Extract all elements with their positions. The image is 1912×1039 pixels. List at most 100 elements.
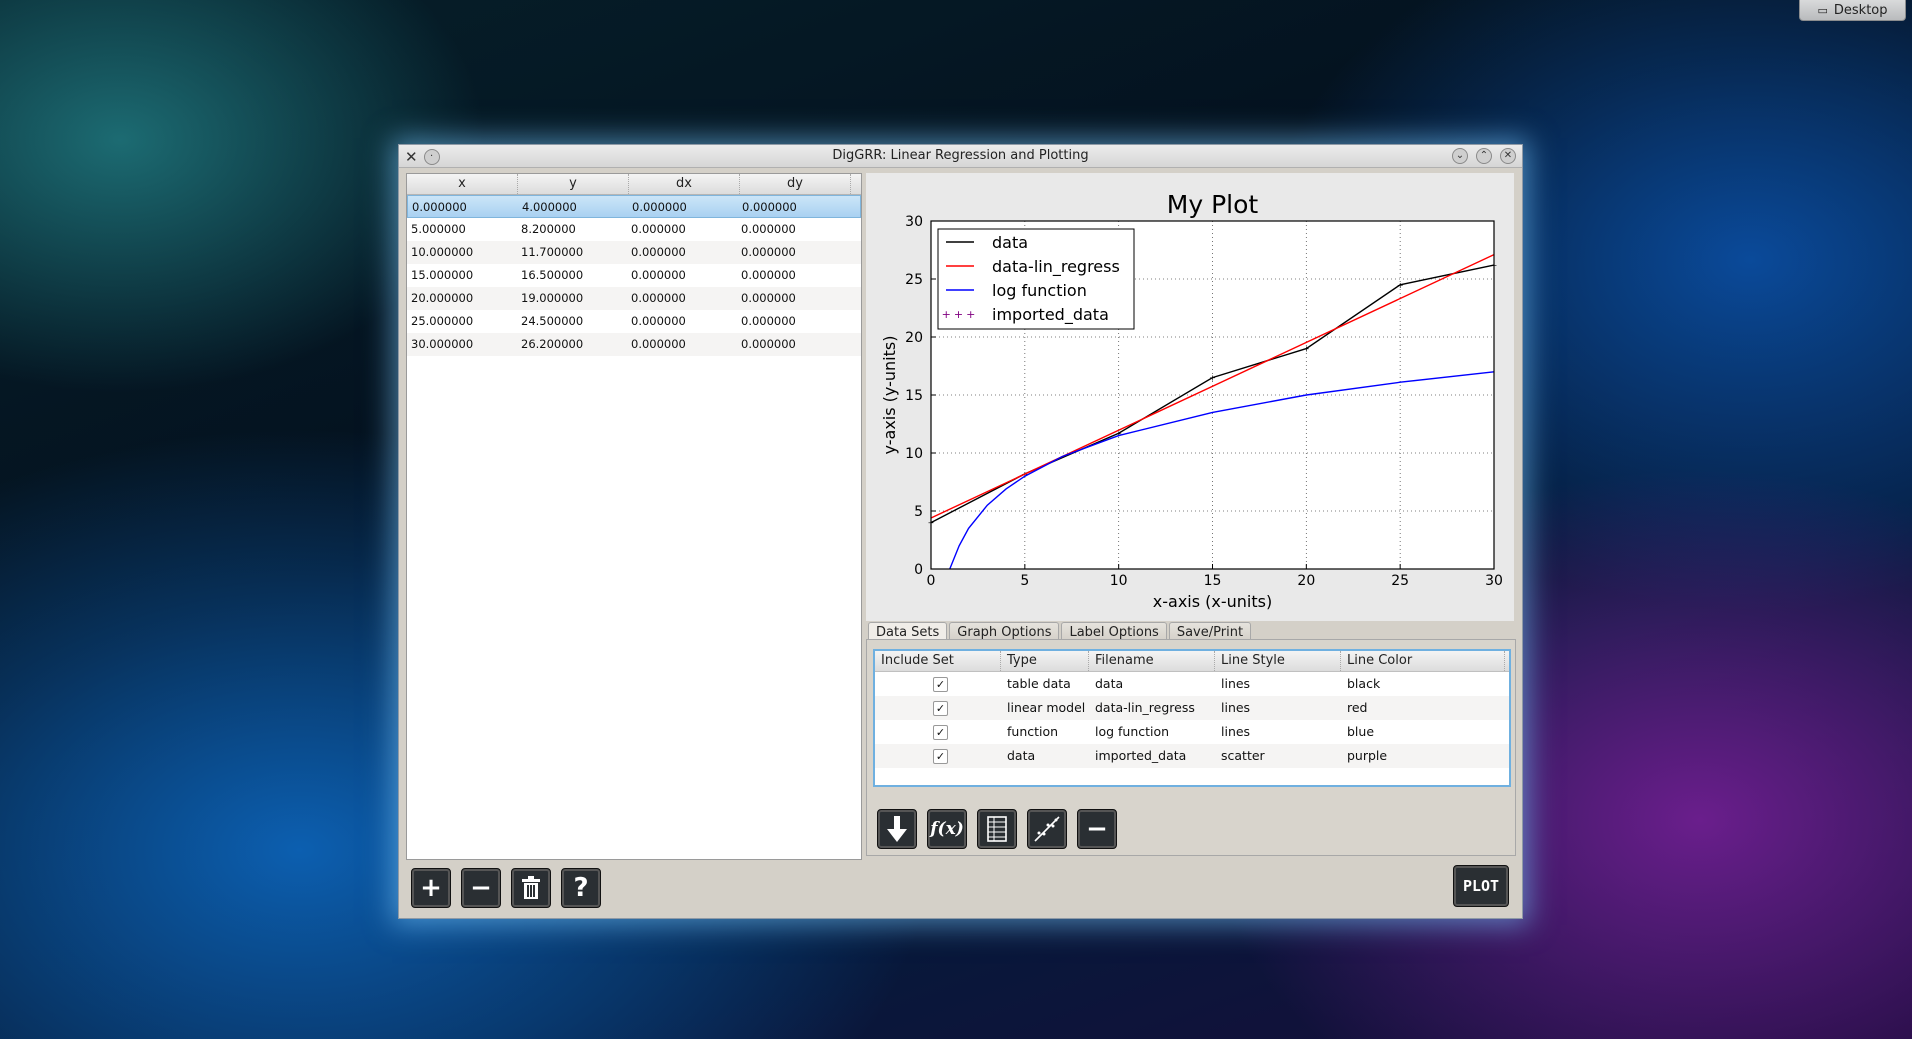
include-checkbox[interactable]: ✓: [933, 701, 948, 716]
cell[interactable]: 0.000000: [627, 333, 737, 356]
import-data-button[interactable]: [877, 809, 917, 849]
help-button[interactable]: ?: [561, 868, 601, 908]
x-tick-label: 5: [1020, 573, 1029, 589]
cell[interactable]: 5.000000: [407, 218, 517, 241]
dataset-file[interactable]: data: [1089, 672, 1215, 696]
minimize-icon[interactable]: ⌄: [1452, 148, 1468, 164]
x-tick-label: 20: [1297, 573, 1315, 589]
table-row[interactable]: 15.000000 16.500000 0.000000 0.000000: [407, 264, 861, 287]
table-row[interactable]: 5.000000 8.200000 0.000000 0.000000: [407, 218, 861, 241]
dataset-type: function: [1007, 724, 1059, 739]
add-row-button[interactable]: +: [411, 868, 451, 908]
maximize-icon[interactable]: ⌃: [1476, 148, 1492, 164]
table-row[interactable]: 20.000000 19.000000 0.000000 0.000000: [407, 287, 861, 310]
plot-canvas[interactable]: 0 5 10 15 20 25 30 0 5 10 15 20 25 30 + + + + + + + My Plot x-…: [866, 173, 1514, 621]
dataset-row[interactable]: ✓ function log function lines blue: [875, 720, 1509, 744]
dataset-color[interactable]: black: [1341, 672, 1505, 696]
desktop-button[interactable]: ▭ Desktop: [1799, 0, 1906, 21]
dataset-type: table data: [1007, 676, 1071, 691]
close-icon[interactable]: ✕: [1500, 148, 1516, 164]
table-data-button[interactable]: [977, 809, 1017, 849]
col-header-y[interactable]: y: [518, 174, 629, 194]
dataset-type: data: [1007, 748, 1036, 763]
dataset-file[interactable]: imported_data: [1089, 744, 1215, 768]
table-row[interactable]: 0.000000 4.000000 0.000000 0.000000: [407, 195, 861, 218]
cell[interactable]: 0.000000: [737, 241, 847, 264]
y-tick-label: 0: [914, 562, 923, 578]
remove-dataset-button[interactable]: −: [1077, 809, 1117, 849]
cell[interactable]: 24.500000: [517, 310, 627, 333]
dataset-file[interactable]: data-lin_regress: [1089, 696, 1215, 720]
datasets-header: Include Set Type Filename Line Style Lin…: [875, 651, 1509, 672]
cell[interactable]: 0.000000: [737, 218, 847, 241]
dataset-row[interactable]: ✓ data imported_data scatter purple: [875, 744, 1509, 768]
cell[interactable]: 0.000000: [627, 264, 737, 287]
cell[interactable]: 8.200000: [517, 218, 627, 241]
dataset-file[interactable]: log function: [1089, 720, 1215, 744]
cell[interactable]: 26.200000: [517, 333, 627, 356]
desktop-icon: ▭: [1817, 3, 1828, 17]
table-row[interactable]: 25.000000 24.500000 0.000000 0.000000: [407, 310, 861, 333]
cell[interactable]: 0.000000: [737, 287, 847, 310]
cell[interactable]: 0.000000: [738, 196, 848, 217]
cell[interactable]: 0.000000: [737, 333, 847, 356]
dataset-color[interactable]: blue: [1341, 720, 1505, 744]
table-row[interactable]: 10.000000 11.700000 0.000000 0.000000: [407, 241, 861, 264]
down-arrow-icon: [887, 816, 907, 842]
cell[interactable]: 30.000000: [407, 333, 517, 356]
cell[interactable]: 0.000000: [737, 310, 847, 333]
linear-regression-button[interactable]: [1027, 809, 1067, 849]
cell[interactable]: 0.000000: [408, 196, 518, 217]
datasets-table[interactable]: Include Set Type Filename Line Style Lin…: [873, 649, 1511, 787]
cell[interactable]: 0.000000: [627, 287, 737, 310]
cell[interactable]: 0.000000: [737, 264, 847, 287]
col-header-dy[interactable]: dy: [740, 174, 851, 194]
cell[interactable]: 0.000000: [628, 196, 738, 217]
legend-label: data: [992, 233, 1028, 252]
legend-label: imported_data: [992, 305, 1109, 325]
cell[interactable]: 19.000000: [517, 287, 627, 310]
cell[interactable]: 0.000000: [627, 218, 737, 241]
col-include-set[interactable]: Include Set: [875, 651, 1001, 671]
x-tick-label: 25: [1391, 573, 1409, 589]
col-header-dx[interactable]: dx: [629, 174, 740, 194]
cell[interactable]: 15.000000: [407, 264, 517, 287]
cell[interactable]: 25.000000: [407, 310, 517, 333]
cell[interactable]: 0.000000: [627, 310, 737, 333]
cell[interactable]: 16.500000: [517, 264, 627, 287]
cell[interactable]: 11.700000: [517, 241, 627, 264]
dataset-row[interactable]: ✓ linear model data-lin_regress lines re…: [875, 696, 1509, 720]
col-line-color[interactable]: Line Color: [1341, 651, 1505, 671]
col-type[interactable]: Type: [1001, 651, 1089, 671]
clear-table-button[interactable]: [511, 868, 551, 908]
y-axis-label: y-axis (y-units): [880, 336, 899, 455]
plot-button[interactable]: PLOT: [1453, 865, 1509, 907]
cell[interactable]: 20.000000: [407, 287, 517, 310]
include-checkbox[interactable]: ✓: [933, 725, 948, 740]
include-checkbox[interactable]: ✓: [933, 677, 948, 692]
title-bar: ✕ · DigGRR: Linear Regression and Plotti…: [399, 145, 1522, 168]
dataset-color[interactable]: purple: [1341, 744, 1505, 768]
data-point: +: [1397, 281, 1404, 290]
dataset-style[interactable]: lines: [1215, 720, 1341, 744]
col-line-style[interactable]: Line Style: [1215, 651, 1341, 671]
dataset-row[interactable]: ✓ table data data lines black: [875, 672, 1509, 696]
y-tick-label: 10: [905, 446, 923, 462]
y-tick-label: 20: [905, 330, 923, 346]
cell[interactable]: 10.000000: [407, 241, 517, 264]
plus-icon: +: [420, 873, 442, 903]
regression-icon: [1034, 816, 1060, 842]
dataset-color[interactable]: red: [1341, 696, 1505, 720]
include-checkbox[interactable]: ✓: [933, 749, 948, 764]
col-header-x[interactable]: x: [407, 174, 518, 194]
dataset-style[interactable]: scatter: [1215, 744, 1341, 768]
table-row[interactable]: 30.000000 26.200000 0.000000 0.000000: [407, 333, 861, 356]
dataset-style[interactable]: lines: [1215, 696, 1341, 720]
cell[interactable]: 4.000000: [518, 196, 628, 217]
remove-row-button[interactable]: −: [461, 868, 501, 908]
data-table[interactable]: x y dx dy 0.000000 4.000000 0.000000 0.0…: [406, 173, 862, 860]
dataset-style[interactable]: lines: [1215, 672, 1341, 696]
cell[interactable]: 0.000000: [627, 241, 737, 264]
col-filename[interactable]: Filename: [1089, 651, 1215, 671]
add-function-button[interactable]: f(x): [927, 809, 967, 849]
